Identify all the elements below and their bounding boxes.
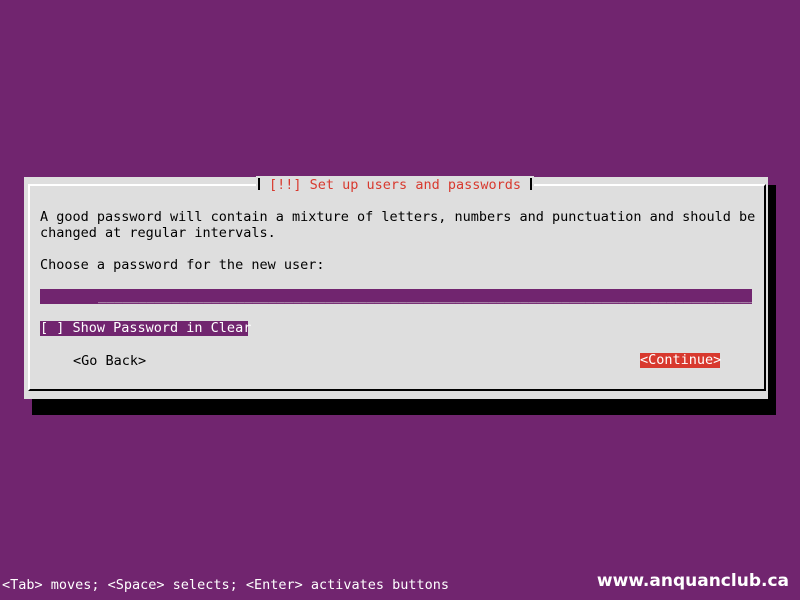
password-fill: ________________________________________… — [98, 289, 752, 304]
show-password-checkbox[interactable]: [ ] Show Password in Clear — [40, 321, 251, 336]
continue-button[interactable]: <Continue> — [640, 353, 721, 368]
password-prompt: Choose a password for the new user: — [40, 257, 325, 273]
password-input[interactable]: ******* ________________________________… — [40, 289, 752, 304]
keyboard-help-text: <Tab> moves; <Space> selects; <Enter> ac… — [2, 577, 450, 593]
description-line-1: A good password will contain a mixture o… — [40, 209, 756, 225]
dialog-title: [!!] Set up users and passwords — [256, 176, 534, 194]
description-line-2: changed at regular intervals. — [40, 225, 276, 241]
watermark: www.anquanclub.ca — [596, 571, 789, 591]
go-back-button[interactable]: <Go Back> — [73, 353, 146, 369]
